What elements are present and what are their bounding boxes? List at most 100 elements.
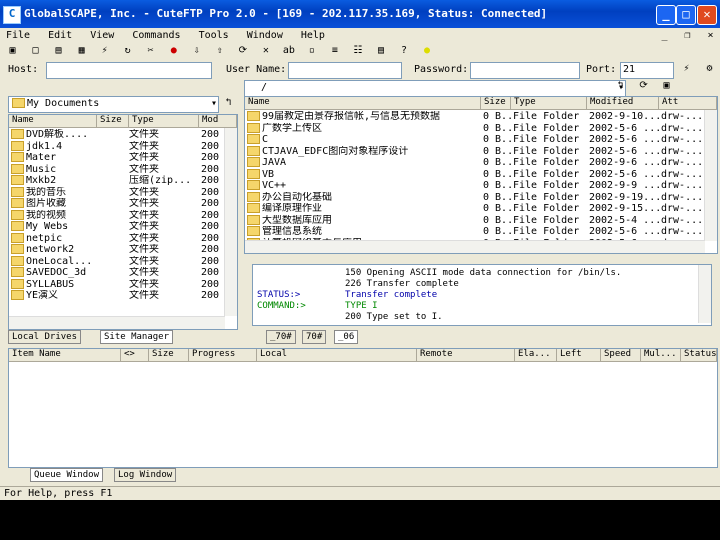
refresh-icon[interactable]: ⟳ <box>236 44 249 57</box>
tab-70-hash-b[interactable]: 70# <box>302 330 327 344</box>
menu-tools[interactable]: Tools <box>199 30 229 41</box>
menu-window[interactable]: Window <box>247 30 283 41</box>
tab-log-window[interactable]: Log Window <box>114 468 177 482</box>
queue-col-item-name[interactable]: Item Name <box>9 349 121 361</box>
queue-col-size[interactable]: Size <box>149 349 189 361</box>
remote-row[interactable]: 广数学上传区 0 B.. File Folder 2002-5-6 ... drw-..… <box>247 122 703 135</box>
mdi-close-icon[interactable]: × <box>704 29 717 42</box>
queue-col-left[interactable]: Left <box>557 349 601 361</box>
tab-queue-window[interactable]: Queue Window <box>30 468 104 482</box>
port-input[interactable]: 21 <box>620 62 674 79</box>
local-row[interactable]: 图片收藏 文件夹 200 <box>11 198 223 210</box>
queue-col-direction[interactable]: <> <box>121 349 149 361</box>
remote-row[interactable]: VC++ 0 B.. File Folder 2002-9-9 ... drw-... <box>247 180 703 192</box>
remote-row[interactable]: CTJAVA_EDFC图向对象程序设计 0 B.. File Folder 2002-… <box>247 145 703 158</box>
remote-path-combo[interactable]: / ▾ <box>244 80 626 97</box>
local-row[interactable]: jdk1.4 文件夹 200 <box>11 140 223 153</box>
queue-col-progress[interactable]: Progress <box>189 349 257 361</box>
remote-view-icon[interactable]: ▣ <box>660 79 673 92</box>
local-horizontal-scrollbar[interactable] <box>9 316 225 329</box>
menu-view[interactable]: View <box>90 30 114 41</box>
local-col-type[interactable]: Type <box>129 115 199 127</box>
local-row[interactable]: netpic 文件夹 200 <box>11 232 223 245</box>
connect-icon[interactable]: ⚡ <box>98 44 111 57</box>
remote-row[interactable]: C 0 B.. File Folder 2002-5-6 ... drw-... <box>247 134 703 146</box>
large-icons-icon[interactable]: ▫ <box>305 44 318 57</box>
local-col-name[interactable]: Name <box>9 115 97 127</box>
remote-horizontal-scrollbar[interactable] <box>245 240 705 253</box>
queue-list[interactable]: Item Name <> Size Progress Local Remote … <box>8 348 718 468</box>
password-input[interactable] <box>470 62 580 79</box>
disconnect-icon[interactable]: ✂ <box>144 44 157 57</box>
local-row[interactable]: network2 文件夹 200 <box>11 244 223 256</box>
site-manager-icon[interactable]: ▣ <box>6 44 19 57</box>
mdi-restore-icon[interactable]: ❐ <box>681 29 694 42</box>
queue-col-remote[interactable]: Remote <box>417 349 515 361</box>
local-row[interactable]: SYLLABUS 文件夹 200 <box>11 278 223 291</box>
queue-col-speed[interactable]: Speed <box>601 349 641 361</box>
delete-icon[interactable]: ✕ <box>259 44 272 57</box>
upload-icon[interactable]: ⇧ <box>213 44 226 57</box>
rename-icon[interactable]: ab <box>282 44 295 57</box>
close-button[interactable]: ✕ <box>697 5 717 25</box>
queue-col-status[interactable]: Status <box>681 349 717 361</box>
tab-site-manager[interactable]: Site Manager <box>100 330 174 344</box>
tip-icon[interactable]: ● <box>421 44 434 57</box>
remote-row[interactable]: 大型数据库应用 0 B.. File Folder 2002-5-4 ... drw-.… <box>247 214 703 227</box>
tab-06[interactable]: _06 <box>334 330 359 344</box>
minimize-button[interactable]: _ <box>656 5 676 25</box>
local-row[interactable]: Music 文件夹 200 <box>11 163 223 176</box>
remote-col-size[interactable]: Size <box>481 97 511 109</box>
local-row[interactable]: 我的音乐 文件夹 200 <box>11 186 223 199</box>
local-up-folder-icon[interactable]: ↰ <box>222 96 235 109</box>
properties-icon[interactable]: ▤ <box>375 44 388 57</box>
help-icon[interactable]: ? <box>398 44 411 57</box>
remote-row[interactable]: 办公自动化基础 0 B.. File Folder 2002-9-19... drw-.… <box>247 191 703 204</box>
local-row[interactable]: SAVEDOC_3d 文件夹 200 <box>11 267 223 279</box>
quick-options-icon[interactable]: ⚙ <box>703 62 716 75</box>
remote-col-name[interactable]: Name <box>245 97 481 109</box>
remote-row[interactable]: JAVA 0 B.. File Folder 2002-9-6 ... drw-... <box>247 157 703 169</box>
local-row[interactable]: 我的视频 文件夹 200 <box>11 209 223 222</box>
local-vertical-scrollbar[interactable] <box>224 128 237 316</box>
menu-edit[interactable]: Edit <box>48 30 72 41</box>
local-col-modified[interactable]: Mod <box>199 115 237 127</box>
maximize-button[interactable]: □ <box>676 5 696 25</box>
stop-icon[interactable]: ● <box>167 44 180 57</box>
save-icon[interactable]: ▦ <box>75 44 88 57</box>
local-row[interactable]: DVD解板.... 文件夹 200 <box>11 129 223 141</box>
open-icon[interactable]: ▤ <box>52 44 65 57</box>
remote-row[interactable]: 99届教定由景存报信帐,与信息无预数据 0 B.. File Folder 2002-… <box>247 111 703 123</box>
local-row[interactable]: YE演义 文件夹 200 <box>11 290 223 302</box>
local-path-combo[interactable]: My Documents ▾ <box>8 96 219 113</box>
remote-col-attributes[interactable]: Att <box>659 97 717 109</box>
queue-col-multipart[interactable]: Mul... <box>641 349 681 361</box>
menu-commands[interactable]: Commands <box>132 30 180 41</box>
mdi-minimize-icon[interactable]: _ <box>658 29 671 42</box>
local-row[interactable]: My Webs 文件夹 200 <box>11 221 223 233</box>
log-vertical-scrollbar[interactable] <box>698 265 711 323</box>
remote-file-list[interactable]: Name Size Type Modified Att 99届教定由景存报信帐,… <box>244 96 718 254</box>
reconnect-icon[interactable]: ↻ <box>121 44 134 57</box>
remote-col-modified[interactable]: Modified <box>587 97 659 109</box>
username-input[interactable] <box>288 62 402 79</box>
local-row[interactable]: Mater 文件夹 200 <box>11 152 223 164</box>
queue-col-elapsed[interactable]: Ela... <box>515 349 557 361</box>
local-row[interactable]: Mxkb2 压缩(zip... 200 <box>11 175 223 187</box>
details-view-icon[interactable]: ☷ <box>351 44 364 57</box>
list-view-icon[interactable]: ≡ <box>328 44 341 57</box>
download-icon[interactable]: ⇩ <box>190 44 203 57</box>
remote-row[interactable]: 管理信息系统 0 B.. File Folder 2002-5-6 ... drw-..… <box>247 226 703 238</box>
host-input[interactable] <box>46 62 212 79</box>
tab-70-hash-a[interactable]: _70# <box>266 330 296 344</box>
remote-row[interactable]: VB 0 B.. File Folder 2002-5-6 ... drw-... <box>247 168 703 181</box>
queue-col-local[interactable]: Local <box>257 349 417 361</box>
remote-col-type[interactable]: Type <box>511 97 587 109</box>
menu-file[interactable]: File <box>6 30 30 41</box>
local-col-size[interactable]: Size <box>97 115 129 127</box>
remote-vertical-scrollbar[interactable] <box>704 110 717 241</box>
local-file-list[interactable]: Name Size Type Mod DVD解板.... 文件夹 200 jdk1.4… <box>8 114 238 330</box>
remote-row[interactable]: 编译原理作业 0 B.. File Folder 2002-9-15... drw-..… <box>247 203 703 215</box>
chevron-down-icon[interactable]: ▾ <box>211 97 217 110</box>
remote-up-folder-icon[interactable]: ↰ <box>614 79 627 92</box>
